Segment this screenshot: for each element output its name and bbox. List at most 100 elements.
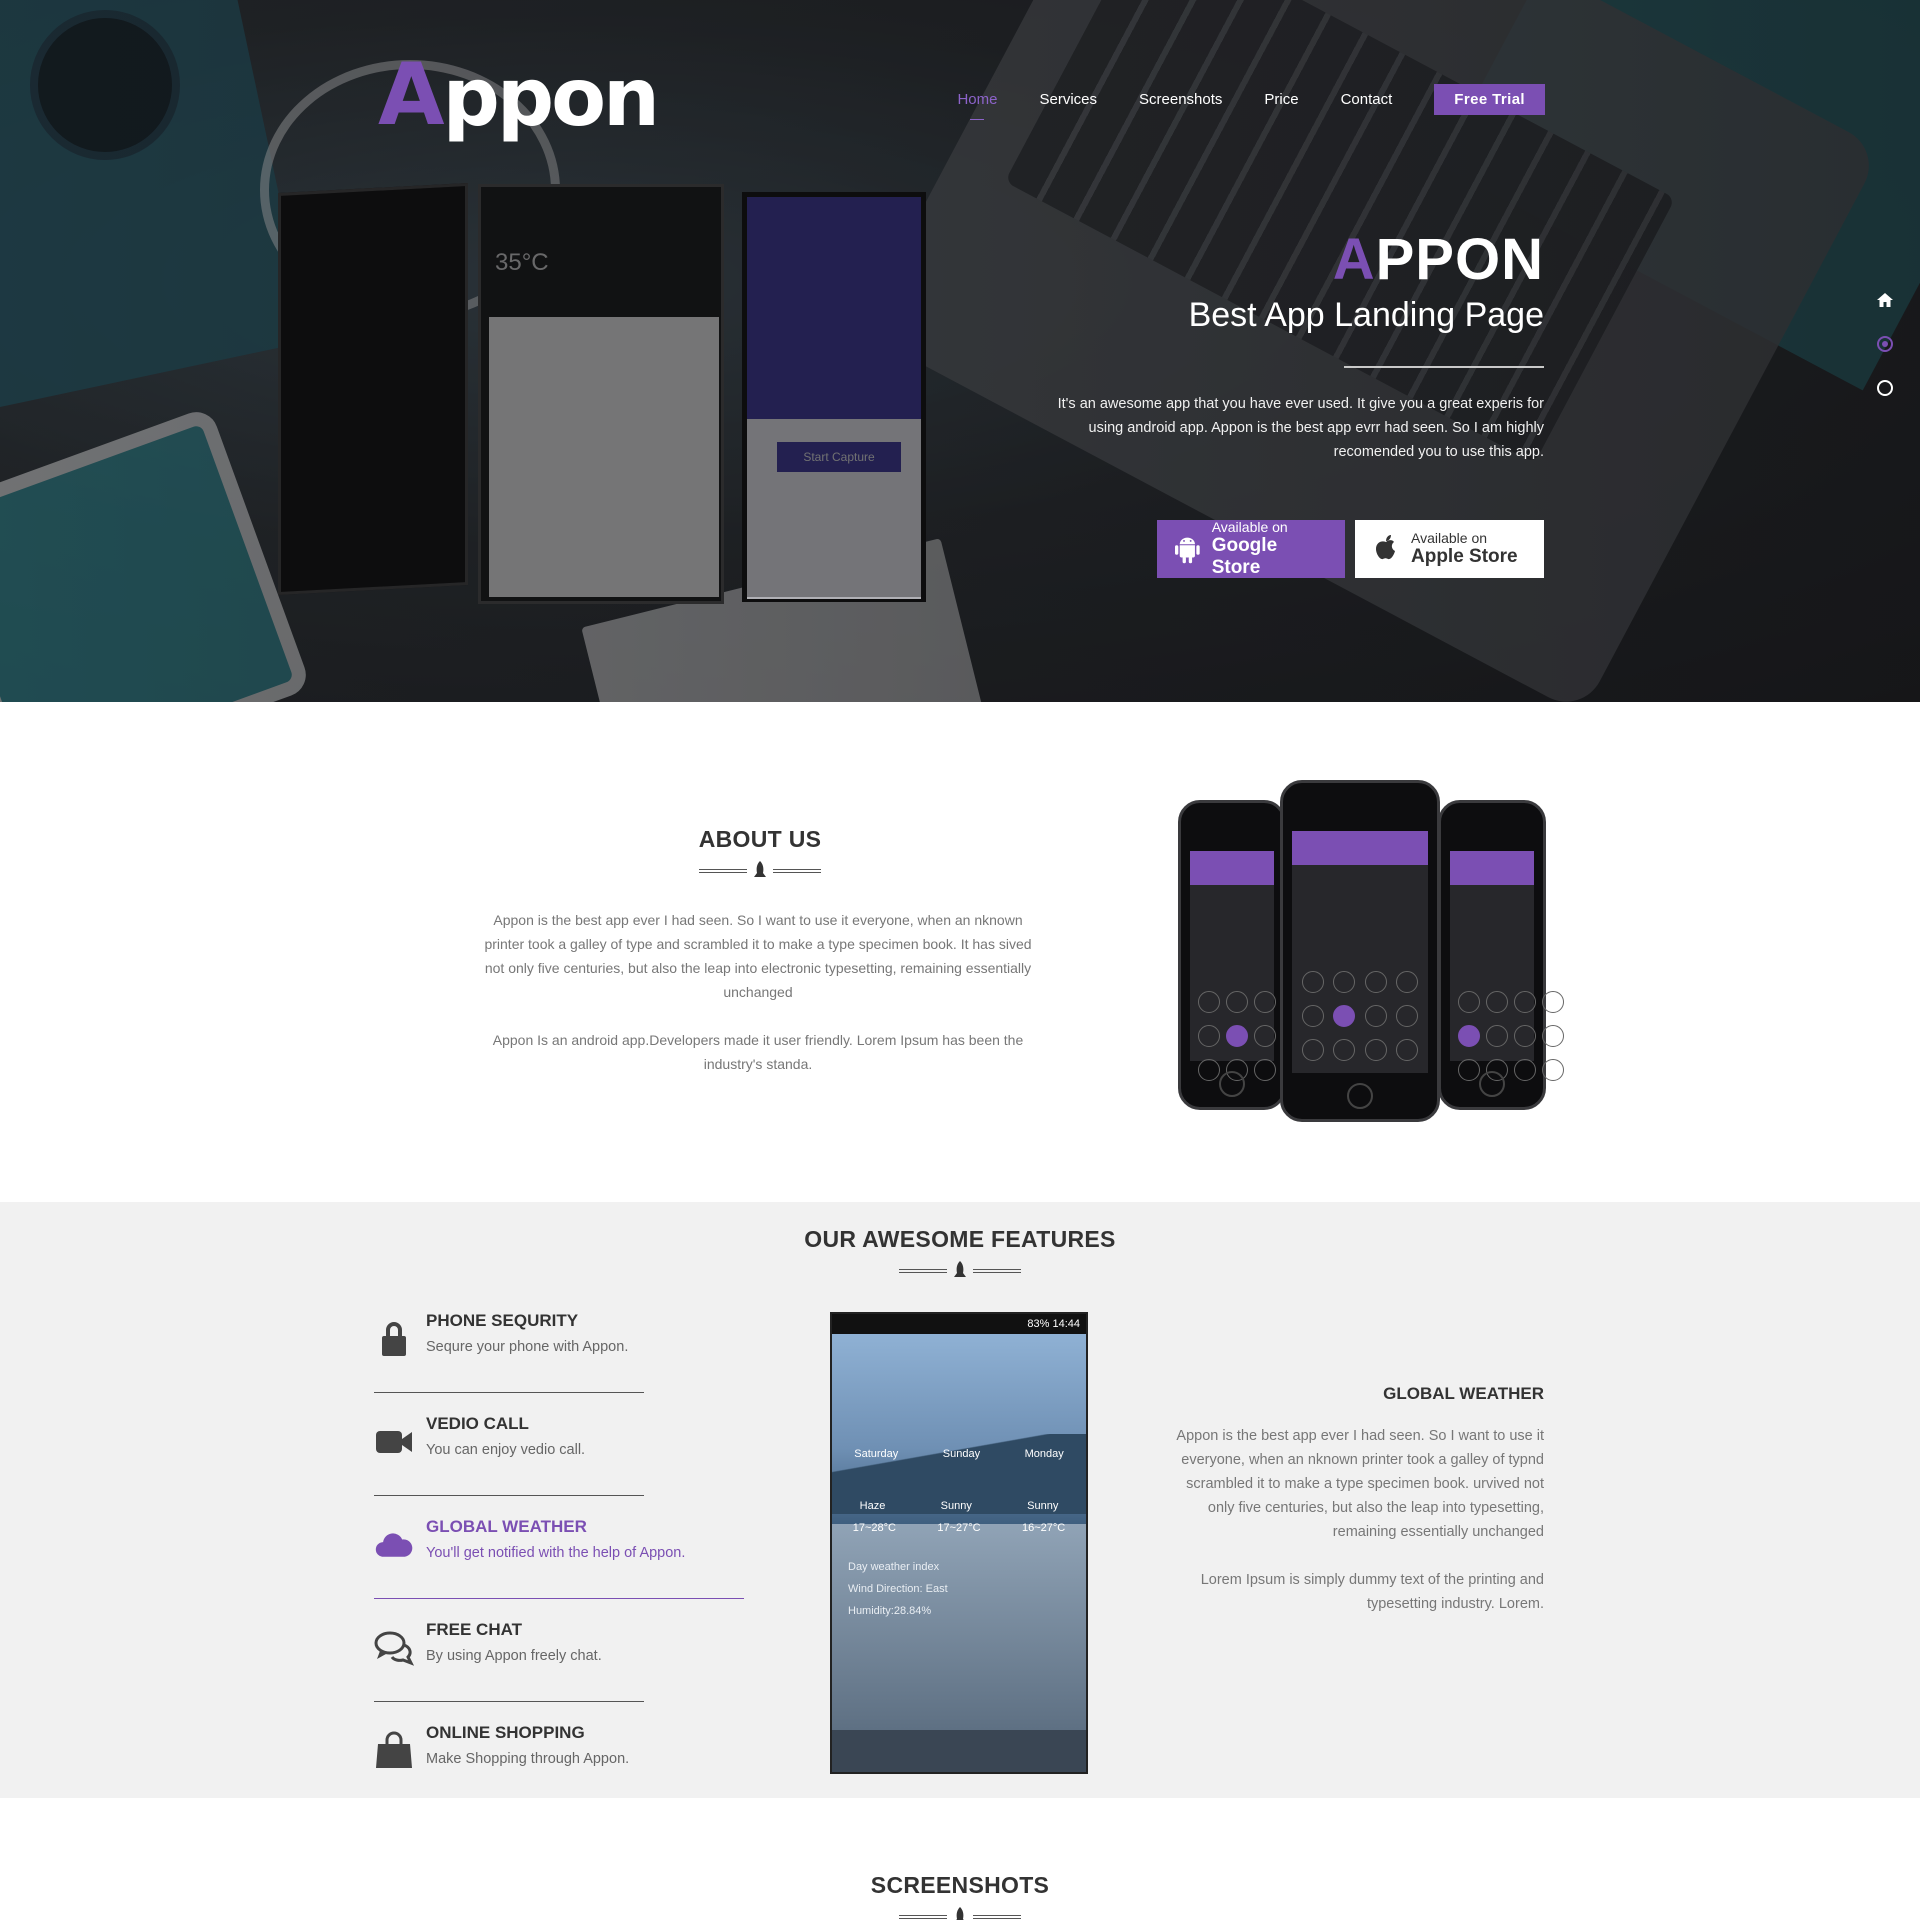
phone-screen — [1190, 851, 1304, 1081]
weather-humidity: Humidity:28.84% — [848, 1605, 932, 1617]
feature-desc: You can enjoy vedio call. — [426, 1442, 586, 1458]
weather-temp: 17~28°C — [852, 1522, 896, 1534]
feature-desc: Sequre your phone with Appon. — [426, 1339, 629, 1355]
feature-divider — [374, 1598, 744, 1599]
weather-conditions: Haze Sunny Sunny — [832, 1500, 1086, 1512]
free-trial-button[interactable]: Free Trial — [1434, 84, 1545, 115]
weather-detail-paragraph-1: Appon is the best app ever I had seen. S… — [1176, 1428, 1544, 1540]
hero-title-rest: PPON — [1375, 227, 1544, 292]
nav-price[interactable]: Price — [1264, 91, 1298, 108]
weather-index: Day weather index — [848, 1561, 940, 1573]
weather-condition: Haze — [859, 1500, 886, 1512]
apple-icon — [1376, 535, 1395, 560]
section-dot[interactable] — [1877, 380, 1893, 396]
about-heading-block: ABOUT US — [580, 826, 940, 881]
features-heading-block: OUR AWESOME FEATURES — [760, 1226, 1160, 1281]
weather-temp: 16~27°C — [1022, 1522, 1066, 1534]
weather-day: Monday — [1024, 1448, 1064, 1460]
feature-item-free-chat[interactable]: FREE CHAT By using Appon freely chat. — [374, 1619, 744, 1722]
chat-icon — [374, 1631, 414, 1666]
phone-screen — [1450, 851, 1564, 1081]
apple-store-big: Apple Store — [1411, 546, 1518, 567]
hero-description: It's an awesome app that you have ever u… — [1057, 396, 1544, 460]
hero-divider — [1344, 366, 1544, 368]
phone-status-bar: 83% 14:44 — [832, 1314, 1086, 1334]
features-title: OUR AWESOME FEATURES — [804, 1226, 1116, 1252]
section-dot-active[interactable] — [1877, 336, 1893, 352]
feature-divider — [374, 1495, 644, 1496]
divider-line — [973, 1269, 1021, 1273]
feature-item-global-weather[interactable]: GLOBAL WEATHER You'll get notified with … — [374, 1516, 744, 1619]
weather-condition: Sunny — [1027, 1500, 1059, 1512]
feature-desc: Make Shopping through Appon. — [426, 1751, 630, 1767]
divider-line — [699, 869, 747, 873]
weather-day: Saturday — [854, 1448, 899, 1460]
screenshots-title: SCREENSHOTS — [870, 1872, 1050, 1898]
feature-title: GLOBAL WEATHER — [426, 1517, 587, 1536]
phone-icon-grid — [1300, 971, 1420, 1061]
shopping-bag-icon — [376, 1731, 412, 1768]
store-buttons: Available on Google Store Available on A… — [1157, 519, 1544, 579]
nav-services[interactable]: Services — [1039, 91, 1097, 108]
weather-detail-paragraph-2: Lorem Ipsum is simply dummy text of the … — [1200, 1572, 1544, 1612]
google-store-text: Available on Google Store — [1212, 519, 1325, 579]
feature-item-phone-security[interactable]: PHONE SEQURITY Sequre your phone with Ap… — [374, 1310, 744, 1413]
phone-icon-grid — [1458, 991, 1564, 1081]
feature-item-online-shopping[interactable]: ONLINE SHOPPING Make Shopping through Ap… — [374, 1722, 744, 1825]
feature-divider — [374, 1701, 644, 1702]
feature-title: PHONE SEQURITY — [426, 1311, 579, 1330]
google-store-small: Available on — [1211, 519, 1288, 535]
nav-contact[interactable]: Contact — [1341, 91, 1393, 108]
screenshots-heading-block: SCREENSHOTS — [760, 1872, 1160, 1920]
android-icon — [1175, 537, 1200, 564]
lock-icon — [382, 1322, 406, 1356]
video-camera-icon — [376, 1431, 412, 1453]
hero-subtitle: Best App Landing Page — [1188, 296, 1544, 334]
feature-item-video-call[interactable]: VEDIO CALL You can enjoy vedio call. — [374, 1413, 744, 1516]
hero-title: APPON — [1333, 226, 1544, 293]
weather-phone: 83% 14:44 Saturday Sunday Monday Haze Su… — [830, 1312, 1088, 1774]
cloud-icon — [375, 1533, 413, 1557]
weather-temps: 17~28°C 17~27°C 16~27°C — [832, 1522, 1086, 1534]
phone-bottom-bar — [832, 1730, 1086, 1772]
weather-temp: 17~27°C — [937, 1522, 981, 1534]
phone-app-bar — [1450, 851, 1534, 885]
phone-icon-grid — [1198, 991, 1304, 1081]
about-paragraph-1: Appon is the best app ever I had seen. S… — [484, 912, 1032, 1000]
apple-store-button[interactable]: Available on Apple Store — [1355, 520, 1544, 578]
home-icon[interactable] — [1876, 292, 1894, 308]
feature-desc: You'll get notified with the help of App… — [426, 1545, 686, 1561]
about-phone-center — [1280, 780, 1440, 1122]
apple-store-small: Available on — [1411, 530, 1488, 546]
feature-desc: By using Appon freely chat. — [426, 1648, 602, 1664]
divider-line — [973, 1915, 1021, 1919]
weather-info: Day weather index Wind Direction: East H… — [848, 1556, 948, 1622]
google-store-big: Google Store — [1211, 535, 1278, 578]
about-title: ABOUT US — [698, 826, 822, 852]
phone-app-bar — [1190, 851, 1274, 885]
weather-detail-title: GLOBAL WEATHER — [1383, 1384, 1544, 1403]
about-phone-right — [1438, 800, 1564, 1110]
feature-divider — [374, 1392, 644, 1393]
weather-wind: Wind Direction: East — [848, 1583, 948, 1595]
phone-home-button — [1219, 1071, 1245, 1097]
phone-screen — [1292, 831, 1428, 1073]
hero-title-accent: A — [1332, 227, 1376, 292]
nav-screenshots[interactable]: Screenshots — [1139, 91, 1222, 108]
title-divider — [760, 1261, 1160, 1281]
weather-detail-text: Appon is the best app ever I had seen. S… — [1164, 1424, 1544, 1616]
feature-title: VEDIO CALL — [426, 1414, 529, 1433]
divider-line — [899, 1915, 947, 1919]
rocket-icon — [754, 861, 766, 877]
rocket-icon — [956, 1907, 964, 1920]
phone-app-bar — [1292, 831, 1428, 865]
weather-condition: Sunny — [940, 1500, 972, 1512]
site-logo[interactable]: A ppon — [378, 52, 660, 138]
google-store-button[interactable]: Available on Google Store — [1157, 519, 1345, 579]
nav-home[interactable]: Home — [957, 91, 997, 120]
feature-list: PHONE SEQURITY Sequre your phone with Ap… — [374, 1310, 744, 1825]
main-nav: Home Services Screenshots Price Contact … — [957, 84, 1545, 120]
about-text: Appon is the best app ever I had seen. S… — [478, 908, 1038, 1076]
section-dots — [1876, 292, 1894, 396]
about-phone-left — [1178, 800, 1304, 1110]
